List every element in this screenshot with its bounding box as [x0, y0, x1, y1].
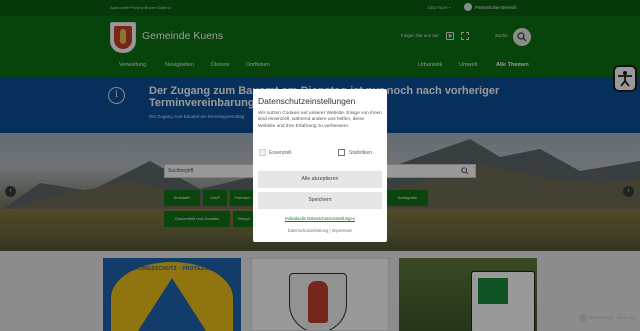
dialog-title: Datenschutzeinstellungen: [258, 96, 356, 106]
essential-checkbox: [259, 149, 266, 156]
essential-label: Essenziell: [269, 150, 292, 156]
dialog-text: Wir nutzen Cookies auf unserer Website. …: [258, 111, 382, 129]
cookie-consent-dialog: Datenschutzeinstellungen Wir nutzen Cook…: [253, 89, 387, 242]
statistics-checkbox[interactable]: [338, 149, 345, 156]
individual-settings-link[interactable]: Individuelle Datenschutzeinstellungen: [253, 216, 387, 221]
privacy-imprint-links[interactable]: Datenschutzerklärung | Impressum: [253, 228, 387, 233]
save-button[interactable]: Speichern: [258, 192, 382, 209]
accept-all-button[interactable]: Alle akzeptieren: [258, 171, 382, 188]
statistics-label[interactable]: Statistiken: [349, 150, 372, 156]
